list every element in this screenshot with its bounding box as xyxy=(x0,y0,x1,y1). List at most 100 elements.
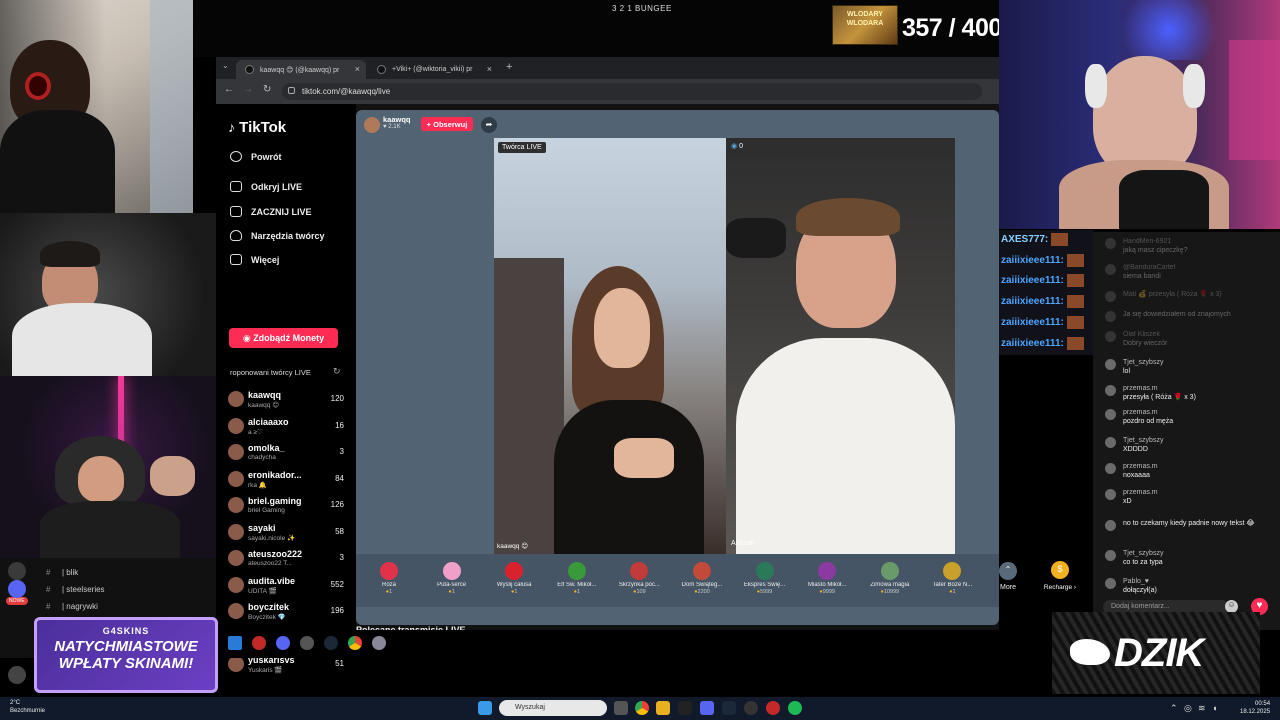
tiktok-chat-panel: HandMen-6921 jaką masz cipeczkę? @BanduraC… xyxy=(1093,232,1280,630)
get-coins-button[interactable]: ◉ Zdobądź Monety xyxy=(229,328,338,348)
creator-item[interactable]: boyczitek Boyczitek 💎 196 xyxy=(228,601,346,625)
emote-icon xyxy=(1066,315,1084,329)
steam-icon[interactable] xyxy=(324,636,338,650)
discord-channel[interactable]: | nagrywki xyxy=(62,602,98,611)
gift-price: ●5999 xyxy=(756,589,773,595)
app-icon[interactable] xyxy=(300,636,314,650)
steam-icon[interactable] xyxy=(722,701,736,715)
spotify-icon[interactable] xyxy=(788,701,802,715)
follow-button[interactable]: + Obserwuj xyxy=(421,117,473,131)
creator-avatar xyxy=(228,444,244,460)
nav-wiecej[interactable]: Więcej xyxy=(230,254,279,265)
host-name[interactable]: kaawqq xyxy=(383,115,411,124)
settings-icon[interactable] xyxy=(372,636,386,650)
gift-price: ●1 xyxy=(385,589,393,595)
gift-name: Miasto Mikoł... xyxy=(808,582,847,588)
gift-item[interactable]: Dom Świąteg... ●2200 xyxy=(672,562,732,595)
discord-icon[interactable] xyxy=(276,636,290,650)
wifi-icon[interactable]: ≋ xyxy=(1198,703,1206,714)
nav-odkryj-live[interactable]: Odkryj LIVE xyxy=(230,181,302,192)
windows-icon[interactable] xyxy=(228,636,242,650)
nav-powrot[interactable]: Powrót xyxy=(230,151,282,162)
creator-item[interactable]: omolka_ chadycha 3 xyxy=(228,442,346,466)
gift-item[interactable]: Wyślij całusa ●1 xyxy=(484,562,544,595)
start-icon[interactable] xyxy=(478,701,492,715)
gift-item[interactable]: Róża ●1 xyxy=(359,562,419,595)
creator-avatar xyxy=(228,497,244,513)
creator-item[interactable]: kaawqq kaawqq 😊 120 xyxy=(228,389,346,413)
gift-icon xyxy=(693,562,711,580)
chrome-icon[interactable] xyxy=(348,636,362,650)
creator-avatar xyxy=(228,656,244,672)
host-avatar[interactable] xyxy=(364,117,380,133)
opera-icon[interactable] xyxy=(252,636,266,650)
gift-name: Puta-serce xyxy=(437,582,467,588)
chat-username: Mati 💰 przesyła ( Róża 🌹 x 3) xyxy=(1123,291,1222,298)
more-gifts-button[interactable]: ⌃ More xyxy=(978,562,1038,591)
refresh-icon[interactable]: ↻ xyxy=(333,366,341,377)
creator-item[interactable]: eronikador... rka 🔔 84 xyxy=(228,469,346,493)
chat-message: przemas.m przesyła ( Róża 🌹 x 3) xyxy=(1105,384,1275,402)
network-icon[interactable]: ◎ xyxy=(1184,703,1192,714)
close-tab-icon[interactable]: × xyxy=(487,64,492,74)
gift-name: Zimowa magia xyxy=(870,582,910,588)
tab-search-icon[interactable]: ⌄ xyxy=(222,61,229,70)
app-icon[interactable] xyxy=(678,701,692,715)
forward-icon[interactable]: → xyxy=(243,84,253,95)
volume-icon[interactable]: ◖ xyxy=(1212,703,1217,713)
gift-item[interactable]: Miasto Mikoł... ●9999 xyxy=(797,562,857,595)
tab-kaawqq[interactable]: kaawqq 😊 (@kaawqq) pr × xyxy=(236,60,366,79)
gift-item[interactable]: Zimowa magia ●10999 xyxy=(860,562,920,595)
live-video-creator[interactable]: Twórca LIVE kaawqq 😊 xyxy=(494,138,726,554)
sponsor-name: DZIK xyxy=(1114,631,1204,675)
server-icon[interactable] xyxy=(8,580,26,598)
goal-counter: 357 / 400 xyxy=(902,14,1002,42)
gift-item[interactable]: Puta-serce ●1 xyxy=(422,562,482,595)
discord-channel[interactable]: | steelseries xyxy=(62,585,105,594)
gift-item[interactable]: Skrzynka poc... ●109 xyxy=(609,562,669,595)
task-view-icon[interactable] xyxy=(614,701,628,715)
clock[interactable]: 00:54 18.12.2025 xyxy=(1240,700,1270,716)
weather-widget[interactable]: 2°C Bezchmurnie xyxy=(10,699,45,715)
share-icon[interactable]: ➦ xyxy=(481,117,497,133)
gift-item[interactable]: Tater Boże N... ●1 xyxy=(922,562,982,595)
new-tab-button[interactable]: + xyxy=(506,61,512,73)
taskbar-search[interactable]: Wyszukaj xyxy=(499,700,607,716)
nav-narzedzia[interactable]: Narzędzia twórcy xyxy=(230,230,325,241)
creator-viewers: 126 xyxy=(330,500,344,509)
tiktok-logo[interactable]: ♪ TikTok xyxy=(228,119,286,136)
creator-item[interactable]: briel.gaming briel Gaming 126 xyxy=(228,495,346,519)
gift-name: Skrzynka poc... xyxy=(618,582,660,588)
site-info-icon[interactable] xyxy=(288,87,295,94)
creator-item[interactable]: alciaaaxo a ≥♡ 16 xyxy=(228,416,346,440)
discord-channel[interactable]: | blik xyxy=(62,568,78,577)
creator-sub: kaawqq 😊 xyxy=(248,402,279,409)
creator-item[interactable]: audita.vibe UDITA 🎬 552 xyxy=(228,575,346,599)
chat-text: przesyła ( Róża 🌹 x 3) xyxy=(1123,394,1196,401)
tiktok-favicon-icon xyxy=(377,65,386,74)
close-tab-icon[interactable]: × xyxy=(355,64,360,74)
obs-icon[interactable] xyxy=(744,701,758,715)
coin-icon: $ xyxy=(1051,561,1069,579)
server-icon[interactable] xyxy=(8,562,26,580)
back-icon[interactable]: ← xyxy=(224,84,234,95)
opera-icon[interactable] xyxy=(766,701,780,715)
creator-viewers: 51 xyxy=(335,659,344,668)
url-field[interactable]: tiktok.com/@kaawqq/live xyxy=(282,83,982,100)
creator-name: audita.vibe xyxy=(248,575,296,586)
nav-zacznij-live[interactable]: ZACZNIJ LIVE xyxy=(230,206,312,217)
creator-avatar xyxy=(228,417,244,434)
boar-icon xyxy=(1070,639,1110,665)
explorer-icon[interactable] xyxy=(656,701,670,715)
creator-item[interactable]: ateuszoo222 ateuszoo22 T... 3 xyxy=(228,548,346,572)
recharge-button[interactable]: $ Recharge › xyxy=(1038,561,1082,591)
creator-item[interactable]: sayaki sayaki.nicole ✨ 58 xyxy=(228,522,346,546)
chevron-up-icon[interactable]: ⌃ xyxy=(1170,703,1178,714)
tab-viki[interactable]: +Viki+ (@wiktoria_vikii) pr × xyxy=(368,60,498,79)
gift-item[interactable]: Ekspres Świę... ●5999 xyxy=(735,562,795,595)
reload-icon[interactable]: ↻ xyxy=(263,84,271,95)
chrome-icon[interactable] xyxy=(635,701,649,715)
live-video-guest[interactable]: ◉ 0 AliScali xyxy=(726,138,955,554)
gift-item[interactable]: Elf Św. Mikoł... ●1 xyxy=(547,562,607,595)
discord-icon[interactable] xyxy=(700,701,714,715)
